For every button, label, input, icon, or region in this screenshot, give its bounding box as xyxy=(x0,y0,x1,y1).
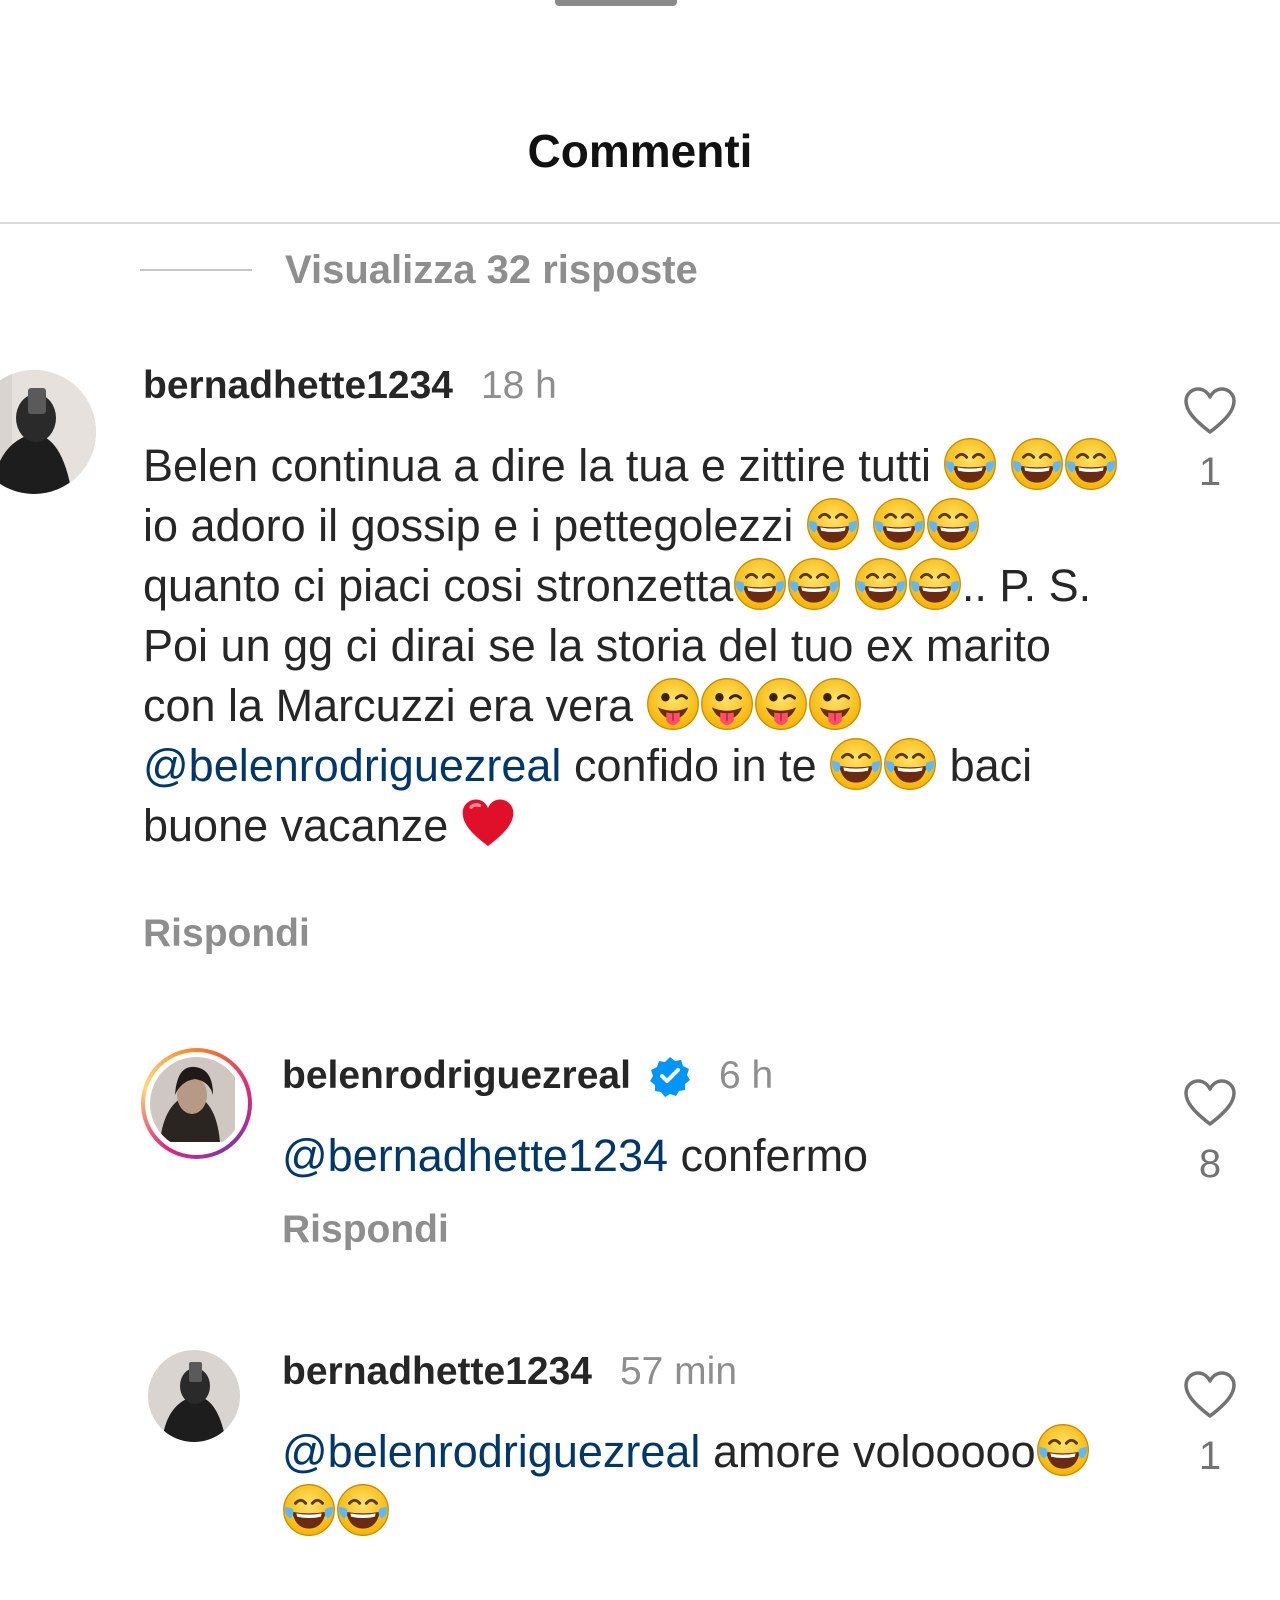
comment-username[interactable]: belenrodriguezreal xyxy=(282,1054,631,1098)
comment-text: @belenrodriguezreal amore volooooo xyxy=(282,1422,1132,1542)
comment-meta: bernadhette1234 57 min xyxy=(282,1350,737,1394)
face-with-tears-of-joy-emoji xyxy=(806,497,860,551)
like-count: 1 xyxy=(1198,450,1222,494)
replies-divider-line xyxy=(140,269,252,271)
avatar xyxy=(150,1057,243,1150)
heart-outline-icon[interactable] xyxy=(1183,1370,1237,1420)
avatar[interactable] xyxy=(0,370,96,494)
comment-text: Belen continua a dire la tua e zittire t… xyxy=(143,436,1123,856)
heart-outline-icon[interactable] xyxy=(1183,1078,1237,1128)
mention-link[interactable]: @belenrodriguezreal xyxy=(282,1426,700,1477)
face-with-tears-of-joy-emoji xyxy=(1010,437,1064,491)
face-with-tears-of-joy-emoji xyxy=(829,737,883,791)
face-with-tears-of-joy-emoji xyxy=(1064,437,1118,491)
like-column: 1 xyxy=(1175,386,1245,495)
view-replies-button[interactable]: Visualizza 32 risposte xyxy=(140,244,698,296)
avatar-photo-icon xyxy=(0,370,96,494)
mention-link[interactable]: @bernadhette1234 xyxy=(282,1130,668,1181)
face-with-tears-of-joy-emoji xyxy=(908,557,962,611)
comment-username[interactable]: bernadhette1234 xyxy=(282,1350,592,1394)
winking-face-with-tongue-emoji xyxy=(700,677,754,731)
reply-button[interactable]: Rispondi xyxy=(282,1208,449,1252)
avatar-story-ring[interactable] xyxy=(141,1048,252,1159)
heart-outline-icon[interactable] xyxy=(1183,386,1237,436)
comment-time: 6 h xyxy=(718,1054,774,1097)
like-column: 1 xyxy=(1175,1370,1245,1479)
reply-button[interactable]: Rispondi xyxy=(143,912,310,956)
face-with-tears-of-joy-emoji xyxy=(787,557,841,611)
face-with-tears-of-joy-emoji xyxy=(872,497,926,551)
face-with-tears-of-joy-emoji xyxy=(733,557,787,611)
winking-face-with-tongue-emoji xyxy=(646,677,700,731)
avatar-photo-icon xyxy=(148,1350,240,1442)
page-title: Commenti xyxy=(527,125,753,177)
like-count: 8 xyxy=(1198,1142,1222,1186)
face-with-tears-of-joy-emoji xyxy=(926,497,980,551)
face-with-tears-of-joy-emoji xyxy=(883,737,937,791)
face-with-tears-of-joy-emoji xyxy=(943,437,997,491)
avatar[interactable] xyxy=(148,1350,240,1442)
winking-face-with-tongue-emoji xyxy=(754,677,808,731)
comment-meta: belenrodriguezreal 6 h xyxy=(282,1054,773,1098)
face-with-tears-of-joy-emoji xyxy=(854,557,908,611)
header-divider xyxy=(0,222,1280,224)
like-count: 1 xyxy=(1198,1434,1222,1478)
comment-text: @bernadhette1234 confermo xyxy=(282,1130,869,1181)
mention-link[interactable]: @belenrodriguezreal xyxy=(143,740,561,791)
face-with-tears-of-joy-emoji xyxy=(336,1483,390,1537)
red-heart-emoji xyxy=(461,797,515,851)
comment-username[interactable]: bernadhette1234 xyxy=(143,364,453,408)
winking-face-with-tongue-emoji xyxy=(808,677,862,731)
avatar-photo-icon xyxy=(150,1057,235,1142)
comment-time: 18 h xyxy=(480,364,557,407)
face-with-tears-of-joy-emoji xyxy=(1036,1423,1090,1477)
verified-badge-icon xyxy=(649,1055,691,1097)
comment-time: 57 min xyxy=(619,1350,738,1393)
comment-meta: bernadhette1234 18 h xyxy=(143,364,557,408)
sheet-drag-handle[interactable] xyxy=(555,0,677,6)
like-column: 8 xyxy=(1175,1078,1245,1187)
face-with-tears-of-joy-emoji xyxy=(282,1483,336,1537)
view-replies-label: Visualizza 32 risposte xyxy=(285,247,698,292)
